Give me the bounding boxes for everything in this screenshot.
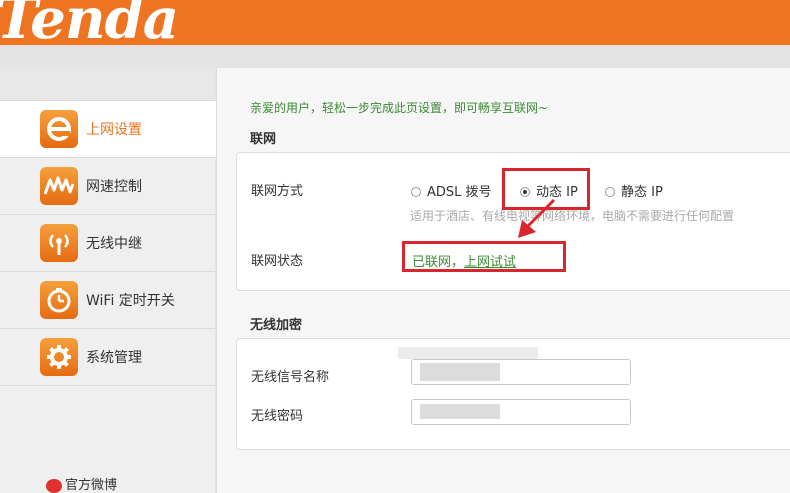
radio-dot [605, 187, 615, 197]
password-label: 无线密码 [251, 409, 304, 424]
radio-dot [411, 187, 421, 197]
status-highlight-box [402, 241, 566, 272]
connection-status-label: 联网状态 [251, 254, 304, 269]
sidebar-spacer [0, 68, 215, 100]
sidebar-item-label: 系统管理 [86, 350, 142, 366]
sidebar-item-speed-control[interactable]: 网速控制 [0, 157, 215, 214]
header-band [0, 45, 790, 68]
sidebar-item-wireless-repeater[interactable]: 无线中继 [0, 214, 215, 271]
weibo-label: 官方微博 [65, 478, 118, 493]
radio-static-ip[interactable]: 静态 IP [605, 181, 663, 200]
password-input[interactable] [411, 399, 631, 425]
ssid-label: 无线信号名称 [251, 370, 330, 385]
ssid-redaction-overlay [398, 347, 538, 359]
sidebar-item-wifi-timer[interactable]: WiFi 定时开关 [0, 271, 215, 328]
internet-section-title: 联网 [250, 132, 277, 147]
official-weibo-link[interactable]: 官方微博 [46, 474, 117, 493]
sidebar-item-label: 上网设置 [86, 122, 142, 138]
wireless-repeater-icon [40, 224, 78, 262]
speed-wave-icon [40, 167, 78, 205]
header-bar: Tenda [0, 0, 790, 45]
sidebar-item-internet-settings[interactable]: 上网设置 [0, 100, 216, 157]
ie-icon [40, 110, 78, 148]
gear-icon [40, 338, 78, 376]
password-redacted [420, 404, 500, 419]
wireless-section-title: 无线加密 [250, 318, 303, 333]
sidebar-item-label: WiFi 定时开关 [86, 293, 175, 309]
sidebar-item-system-management[interactable]: 系统管理 [0, 328, 215, 386]
red-arrow-icon [518, 198, 556, 238]
sidebar-item-label: 无线中继 [86, 236, 142, 252]
timer-icon [40, 281, 78, 319]
radio-label: 静态 IP [621, 185, 663, 200]
ssid-input[interactable] [411, 359, 631, 385]
weibo-icon [46, 478, 62, 493]
radio-adsl[interactable]: ADSL 拨号 [411, 181, 492, 200]
sidebar-item-label: 网速控制 [86, 179, 142, 195]
tenda-logo: Tenda [0, 0, 179, 45]
ssid-redacted [420, 363, 500, 381]
connection-mode-label: 联网方式 [251, 184, 304, 199]
greeting-text: 亲爱的用户，轻松一步完成此页设置，即可畅享互联网~ [250, 101, 549, 115]
radio-label: ADSL 拨号 [427, 185, 492, 200]
